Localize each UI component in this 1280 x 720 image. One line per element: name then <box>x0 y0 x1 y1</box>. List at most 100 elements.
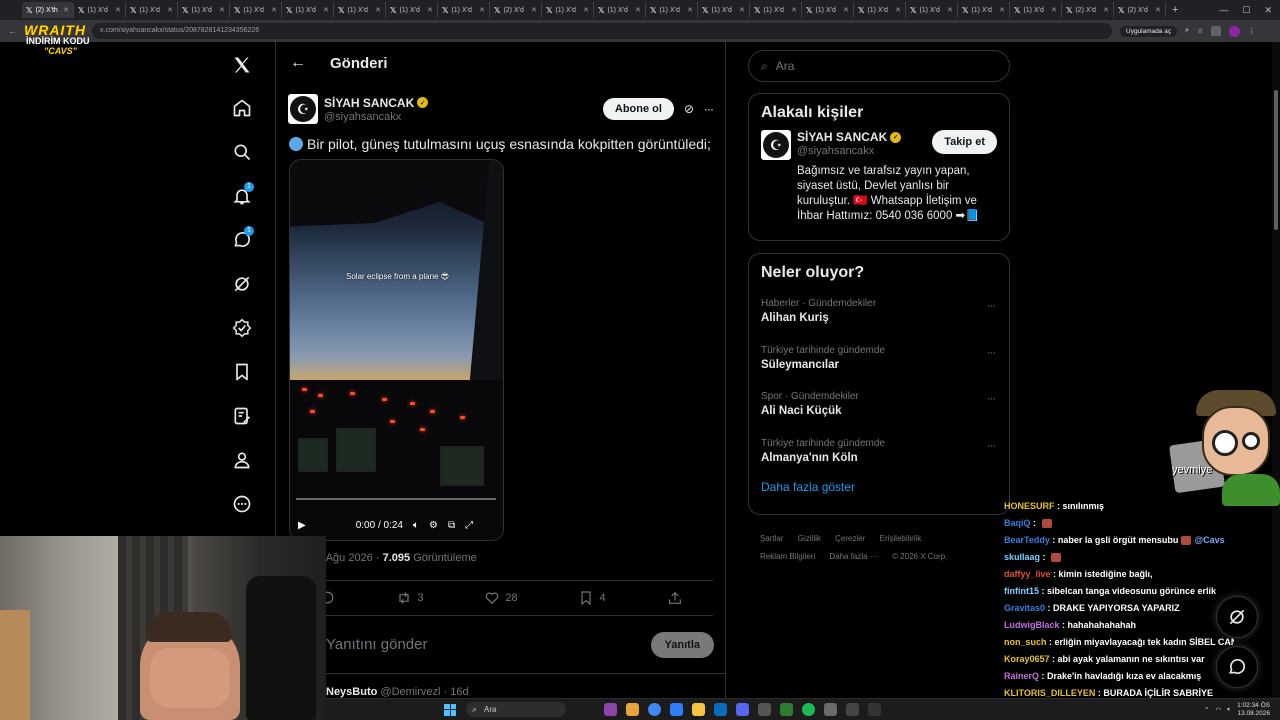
trend-more-icon[interactable]: ··· <box>987 300 996 312</box>
related-handle[interactable]: @siyahsancakx <box>797 145 932 157</box>
trend-more-icon[interactable]: ··· <box>987 347 996 359</box>
author-name[interactable]: SİYAH SANCAK <box>324 96 414 110</box>
scrollbar-thumb[interactable] <box>1274 90 1278 230</box>
taskbar-app-icon[interactable] <box>604 703 617 716</box>
tab-close-icon[interactable]: ✕ <box>531 6 537 14</box>
tab-close-icon[interactable]: ✕ <box>115 6 121 14</box>
footer-link[interactable]: Daha fazla ··· <box>829 552 877 561</box>
trend-item[interactable]: Türkiye tarihinde gündemde Almanya'nın K… <box>749 428 1009 475</box>
verified-orgs-icon[interactable] <box>222 306 262 350</box>
zoom-icon[interactable]: ⌕ <box>1185 27 1189 35</box>
related-name[interactable]: SİYAH SANCAK <box>797 130 887 144</box>
browser-tab[interactable]: 𝕏 (1) X'd ✕ <box>334 2 386 18</box>
x-logo-icon[interactable] <box>222 44 262 86</box>
windows-start-icon[interactable] <box>444 703 456 716</box>
grok-float-button[interactable] <box>1216 596 1258 638</box>
chat-username[interactable]: HONESURF <box>1004 501 1055 511</box>
footer-link[interactable]: Çerezler <box>835 534 865 543</box>
browser-tab[interactable]: 𝕏 (2) X'd ✕ <box>1114 2 1166 18</box>
footer-link[interactable]: Şartlar <box>760 534 784 543</box>
open-in-app-button[interactable]: Uygulamada aç <box>1120 25 1178 37</box>
tab-close-icon[interactable]: ✕ <box>479 6 485 14</box>
repost-action[interactable]: 3 <box>396 590 423 606</box>
browser-tab[interactable]: 𝕏 (1) X'd ✕ <box>646 2 698 18</box>
browser-tab[interactable]: 𝕏 (1) X'd ✕ <box>230 2 282 18</box>
chat-username[interactable]: finfint15 <box>1004 586 1039 596</box>
chat-username[interactable]: Gravitas0 <box>1004 603 1045 613</box>
footer-link[interactable]: Erişilebilirlik <box>880 534 922 543</box>
volume-icon[interactable]: 🔈︎ <box>1227 706 1231 714</box>
trend-item[interactable]: Türkiye tarihinde gündemde Süleymancılar… <box>749 335 1009 382</box>
close-window-icon[interactable]: ✕ <box>1264 5 1272 16</box>
browser-tab[interactable]: 𝕏 (1) X'd ✕ <box>438 2 490 18</box>
author-avatar[interactable]: ☪ <box>288 94 318 124</box>
file-explorer-icon[interactable] <box>692 703 705 716</box>
tab-close-icon[interactable]: ✕ <box>583 6 589 14</box>
browser-tab[interactable]: 𝕏 (2) X'd ✕ <box>490 2 542 18</box>
reply-button[interactable]: Yanıtla <box>650 631 714 658</box>
tab-close-icon[interactable]: ✕ <box>843 6 849 14</box>
browser-menu-icon[interactable]: ⋮ <box>1248 27 1255 35</box>
chat-username[interactable]: KLITORIS_DILLEYEN <box>1004 688 1095 698</box>
browser-tab[interactable]: 𝕏 (1) X'd ✕ <box>1010 2 1062 18</box>
chat-username[interactable]: non_such <box>1004 637 1047 647</box>
back-arrow-icon[interactable]: ← <box>290 54 330 72</box>
next-reply-preview[interactable]: NeysButo @Demirvezl · 16d <box>326 686 469 698</box>
taskbar-app-icon[interactable] <box>758 703 771 716</box>
browser-tab[interactable]: 𝕏 (1) X'd ✕ <box>74 2 126 18</box>
browser-tab[interactable]: 𝕏 (1) X'd ✕ <box>854 2 906 18</box>
taskbar-search[interactable]: Ara <box>466 702 566 717</box>
tray-chevron-icon[interactable]: ⌃ <box>1204 706 1209 714</box>
tab-close-icon[interactable]: ✕ <box>219 6 225 14</box>
chat-username[interactable]: BaqiQ <box>1004 518 1031 528</box>
chat-username[interactable]: BearTeddy <box>1004 535 1050 545</box>
tab-close-icon[interactable]: ✕ <box>323 6 329 14</box>
tab-close-icon[interactable]: ✕ <box>687 6 693 14</box>
taskbar-app-icon[interactable] <box>780 703 793 716</box>
maximize-icon[interactable]: ☐ <box>1242 5 1250 16</box>
notifications-bell-icon[interactable]: 1 <box>222 174 262 218</box>
home-icon[interactable] <box>222 86 262 130</box>
tab-close-icon[interactable]: ✕ <box>375 6 381 14</box>
taskbar-app-icon[interactable] <box>846 703 859 716</box>
system-clock[interactable]: 1:02:34 ÖS 13.08.2026 <box>1237 702 1270 718</box>
trend-more-icon[interactable]: ··· <box>987 393 996 405</box>
obs-icon[interactable] <box>868 703 881 716</box>
tab-close-icon[interactable]: ✕ <box>1155 6 1161 14</box>
tab-close-icon[interactable]: ✕ <box>1051 6 1057 14</box>
chat-username[interactable]: LudwigBlack <box>1004 620 1060 630</box>
volume-icon[interactable]: 🔈︎ <box>413 520 419 531</box>
browser-tab[interactable]: 𝕏 (1) X'd ✕ <box>958 2 1010 18</box>
profile-icon[interactable] <box>222 438 262 482</box>
related-avatar[interactable]: ☪ <box>761 130 791 160</box>
footer-link[interactable]: Gizlilik <box>798 534 821 543</box>
explore-search-icon[interactable] <box>222 130 262 174</box>
chat-username[interactable]: daffyy_live <box>1004 569 1051 579</box>
tab-close-icon[interactable]: ✕ <box>791 6 797 14</box>
share-action[interactable] <box>667 590 683 606</box>
wifi-icon[interactable]: ◠ <box>1216 706 1222 714</box>
discord-icon[interactable] <box>736 703 749 716</box>
more-options-icon[interactable] <box>222 482 262 526</box>
articles-icon[interactable] <box>222 394 262 438</box>
tab-close-icon[interactable]: ✕ <box>947 6 953 14</box>
browser-tab[interactable]: 𝕏 (1) X'd ✕ <box>906 2 958 18</box>
grok-icon[interactable] <box>222 262 262 306</box>
browser-tab[interactable]: 𝕏 (1) X'd ✕ <box>386 2 438 18</box>
related-person-row[interactable]: ☪ SİYAH SANCAK ✓ @siyahsancakx Takip et <box>749 122 1009 160</box>
grok-explain-icon[interactable]: ⊘ <box>684 102 694 116</box>
messages-icon[interactable]: 1 <box>222 218 262 262</box>
new-tab-icon[interactable]: + <box>1172 4 1178 16</box>
chat-username[interactable]: RainerQ <box>1004 671 1039 681</box>
minimize-icon[interactable]: — <box>1219 5 1228 15</box>
tab-close-icon[interactable]: ✕ <box>427 6 433 14</box>
footer-link[interactable]: Reklam Bilgileri <box>760 552 815 561</box>
browser-tab[interactable]: 𝕏 (1) X'd ✕ <box>594 2 646 18</box>
like-action[interactable]: 28 <box>484 590 518 606</box>
browser-tab[interactable]: 𝕏 (1) X'd ✕ <box>282 2 334 18</box>
search-input[interactable]: ⌕ Ara <box>748 50 1010 82</box>
post-more-icon[interactable]: ··· <box>704 102 714 116</box>
tab-close-icon[interactable]: ✕ <box>635 6 641 14</box>
browser-tab[interactable]: 𝕏 (2) X'd ✕ <box>1062 2 1114 18</box>
browser-back-icon[interactable]: ← <box>8 26 22 36</box>
